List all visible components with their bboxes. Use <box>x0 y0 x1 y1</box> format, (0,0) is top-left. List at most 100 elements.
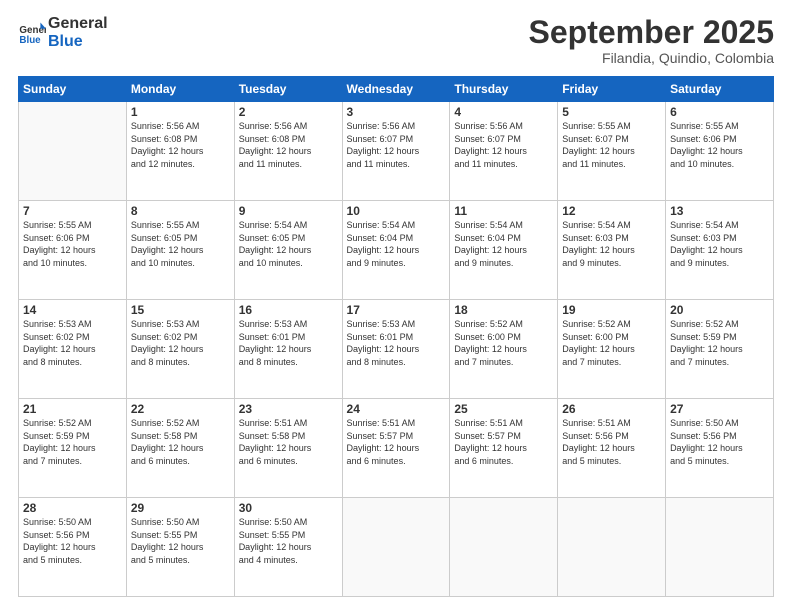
calendar-cell: 13Sunrise: 5:54 AM Sunset: 6:03 PM Dayli… <box>666 201 774 300</box>
calendar-cell: 19Sunrise: 5:52 AM Sunset: 6:00 PM Dayli… <box>558 300 666 399</box>
calendar-cell <box>19 102 127 201</box>
title-block: September 2025 Filandia, Quindio, Colomb… <box>529 15 774 66</box>
day-number: 4 <box>454 105 553 119</box>
calendar-cell: 6Sunrise: 5:55 AM Sunset: 6:06 PM Daylig… <box>666 102 774 201</box>
day-number: 5 <box>562 105 661 119</box>
day-number: 28 <box>23 501 122 515</box>
day-info: Sunrise: 5:55 AM Sunset: 6:06 PM Dayligh… <box>23 219 122 269</box>
calendar-cell: 30Sunrise: 5:50 AM Sunset: 5:55 PM Dayli… <box>234 498 342 597</box>
day-info: Sunrise: 5:53 AM Sunset: 6:02 PM Dayligh… <box>23 318 122 368</box>
month-title: September 2025 <box>529 15 774 50</box>
day-info: Sunrise: 5:55 AM Sunset: 6:06 PM Dayligh… <box>670 120 769 170</box>
calendar-cell: 16Sunrise: 5:53 AM Sunset: 6:01 PM Dayli… <box>234 300 342 399</box>
day-info: Sunrise: 5:53 AM Sunset: 6:01 PM Dayligh… <box>239 318 338 368</box>
day-number: 9 <box>239 204 338 218</box>
calendar-cell <box>666 498 774 597</box>
day-header-friday: Friday <box>558 77 666 102</box>
day-info: Sunrise: 5:52 AM Sunset: 5:59 PM Dayligh… <box>670 318 769 368</box>
svg-text:Blue: Blue <box>19 35 41 46</box>
calendar-cell: 7Sunrise: 5:55 AM Sunset: 6:06 PM Daylig… <box>19 201 127 300</box>
day-info: Sunrise: 5:51 AM Sunset: 5:57 PM Dayligh… <box>347 417 446 467</box>
day-number: 1 <box>131 105 230 119</box>
calendar-cell: 15Sunrise: 5:53 AM Sunset: 6:02 PM Dayli… <box>126 300 234 399</box>
calendar-body: 1Sunrise: 5:56 AM Sunset: 6:08 PM Daylig… <box>19 102 774 597</box>
day-info: Sunrise: 5:52 AM Sunset: 6:00 PM Dayligh… <box>562 318 661 368</box>
calendar-cell: 11Sunrise: 5:54 AM Sunset: 6:04 PM Dayli… <box>450 201 558 300</box>
day-number: 23 <box>239 402 338 416</box>
week-row-1: 1Sunrise: 5:56 AM Sunset: 6:08 PM Daylig… <box>19 102 774 201</box>
calendar-cell: 4Sunrise: 5:56 AM Sunset: 6:07 PM Daylig… <box>450 102 558 201</box>
week-row-3: 14Sunrise: 5:53 AM Sunset: 6:02 PM Dayli… <box>19 300 774 399</box>
day-info: Sunrise: 5:55 AM Sunset: 6:05 PM Dayligh… <box>131 219 230 269</box>
logo-line2: Blue <box>48 33 108 51</box>
day-number: 16 <box>239 303 338 317</box>
day-info: Sunrise: 5:55 AM Sunset: 6:07 PM Dayligh… <box>562 120 661 170</box>
logo-line1: General <box>48 15 108 33</box>
week-row-4: 21Sunrise: 5:52 AM Sunset: 5:59 PM Dayli… <box>19 399 774 498</box>
calendar-cell: 2Sunrise: 5:56 AM Sunset: 6:08 PM Daylig… <box>234 102 342 201</box>
calendar-cell <box>450 498 558 597</box>
calendar-cell: 3Sunrise: 5:56 AM Sunset: 6:07 PM Daylig… <box>342 102 450 201</box>
day-number: 15 <box>131 303 230 317</box>
day-info: Sunrise: 5:54 AM Sunset: 6:03 PM Dayligh… <box>562 219 661 269</box>
calendar-cell: 28Sunrise: 5:50 AM Sunset: 5:56 PM Dayli… <box>19 498 127 597</box>
day-number: 24 <box>347 402 446 416</box>
day-number: 25 <box>454 402 553 416</box>
day-info: Sunrise: 5:54 AM Sunset: 6:04 PM Dayligh… <box>347 219 446 269</box>
day-number: 7 <box>23 204 122 218</box>
header: General Blue General Blue September 2025… <box>18 15 774 66</box>
location-subtitle: Filandia, Quindio, Colombia <box>529 50 774 66</box>
calendar-cell: 14Sunrise: 5:53 AM Sunset: 6:02 PM Dayli… <box>19 300 127 399</box>
calendar-cell: 26Sunrise: 5:51 AM Sunset: 5:56 PM Dayli… <box>558 399 666 498</box>
page: General Blue General Blue September 2025… <box>0 0 792 612</box>
calendar-cell: 24Sunrise: 5:51 AM Sunset: 5:57 PM Dayli… <box>342 399 450 498</box>
day-number: 30 <box>239 501 338 515</box>
calendar-cell: 22Sunrise: 5:52 AM Sunset: 5:58 PM Dayli… <box>126 399 234 498</box>
day-number: 14 <box>23 303 122 317</box>
day-number: 26 <box>562 402 661 416</box>
calendar-cell: 9Sunrise: 5:54 AM Sunset: 6:05 PM Daylig… <box>234 201 342 300</box>
calendar-cell: 1Sunrise: 5:56 AM Sunset: 6:08 PM Daylig… <box>126 102 234 201</box>
day-number: 20 <box>670 303 769 317</box>
calendar-cell: 20Sunrise: 5:52 AM Sunset: 5:59 PM Dayli… <box>666 300 774 399</box>
calendar-cell: 23Sunrise: 5:51 AM Sunset: 5:58 PM Dayli… <box>234 399 342 498</box>
day-header-saturday: Saturday <box>666 77 774 102</box>
day-info: Sunrise: 5:54 AM Sunset: 6:04 PM Dayligh… <box>454 219 553 269</box>
day-info: Sunrise: 5:50 AM Sunset: 5:55 PM Dayligh… <box>239 516 338 566</box>
day-number: 18 <box>454 303 553 317</box>
day-info: Sunrise: 5:56 AM Sunset: 6:08 PM Dayligh… <box>239 120 338 170</box>
calendar-table: SundayMondayTuesdayWednesdayThursdayFrid… <box>18 76 774 597</box>
calendar-cell: 25Sunrise: 5:51 AM Sunset: 5:57 PM Dayli… <box>450 399 558 498</box>
day-number: 3 <box>347 105 446 119</box>
calendar-cell: 27Sunrise: 5:50 AM Sunset: 5:56 PM Dayli… <box>666 399 774 498</box>
calendar-cell <box>558 498 666 597</box>
calendar-header-row: SundayMondayTuesdayWednesdayThursdayFrid… <box>19 77 774 102</box>
day-info: Sunrise: 5:51 AM Sunset: 5:57 PM Dayligh… <box>454 417 553 467</box>
calendar-cell <box>342 498 450 597</box>
day-info: Sunrise: 5:52 AM Sunset: 6:00 PM Dayligh… <box>454 318 553 368</box>
calendar-cell: 8Sunrise: 5:55 AM Sunset: 6:05 PM Daylig… <box>126 201 234 300</box>
day-info: Sunrise: 5:53 AM Sunset: 6:01 PM Dayligh… <box>347 318 446 368</box>
day-info: Sunrise: 5:52 AM Sunset: 5:58 PM Dayligh… <box>131 417 230 467</box>
day-number: 6 <box>670 105 769 119</box>
day-number: 29 <box>131 501 230 515</box>
day-number: 12 <box>562 204 661 218</box>
calendar-cell: 5Sunrise: 5:55 AM Sunset: 6:07 PM Daylig… <box>558 102 666 201</box>
day-header-sunday: Sunday <box>19 77 127 102</box>
day-info: Sunrise: 5:51 AM Sunset: 5:58 PM Dayligh… <box>239 417 338 467</box>
week-row-2: 7Sunrise: 5:55 AM Sunset: 6:06 PM Daylig… <box>19 201 774 300</box>
day-info: Sunrise: 5:56 AM Sunset: 6:08 PM Dayligh… <box>131 120 230 170</box>
day-info: Sunrise: 5:54 AM Sunset: 6:05 PM Dayligh… <box>239 219 338 269</box>
day-info: Sunrise: 5:51 AM Sunset: 5:56 PM Dayligh… <box>562 417 661 467</box>
day-header-wednesday: Wednesday <box>342 77 450 102</box>
day-number: 17 <box>347 303 446 317</box>
day-info: Sunrise: 5:56 AM Sunset: 6:07 PM Dayligh… <box>454 120 553 170</box>
day-header-tuesday: Tuesday <box>234 77 342 102</box>
day-info: Sunrise: 5:50 AM Sunset: 5:55 PM Dayligh… <box>131 516 230 566</box>
calendar-cell: 21Sunrise: 5:52 AM Sunset: 5:59 PM Dayli… <box>19 399 127 498</box>
day-info: Sunrise: 5:52 AM Sunset: 5:59 PM Dayligh… <box>23 417 122 467</box>
calendar-cell: 17Sunrise: 5:53 AM Sunset: 6:01 PM Dayli… <box>342 300 450 399</box>
day-info: Sunrise: 5:50 AM Sunset: 5:56 PM Dayligh… <box>670 417 769 467</box>
logo: General Blue General Blue <box>18 15 108 52</box>
day-number: 19 <box>562 303 661 317</box>
